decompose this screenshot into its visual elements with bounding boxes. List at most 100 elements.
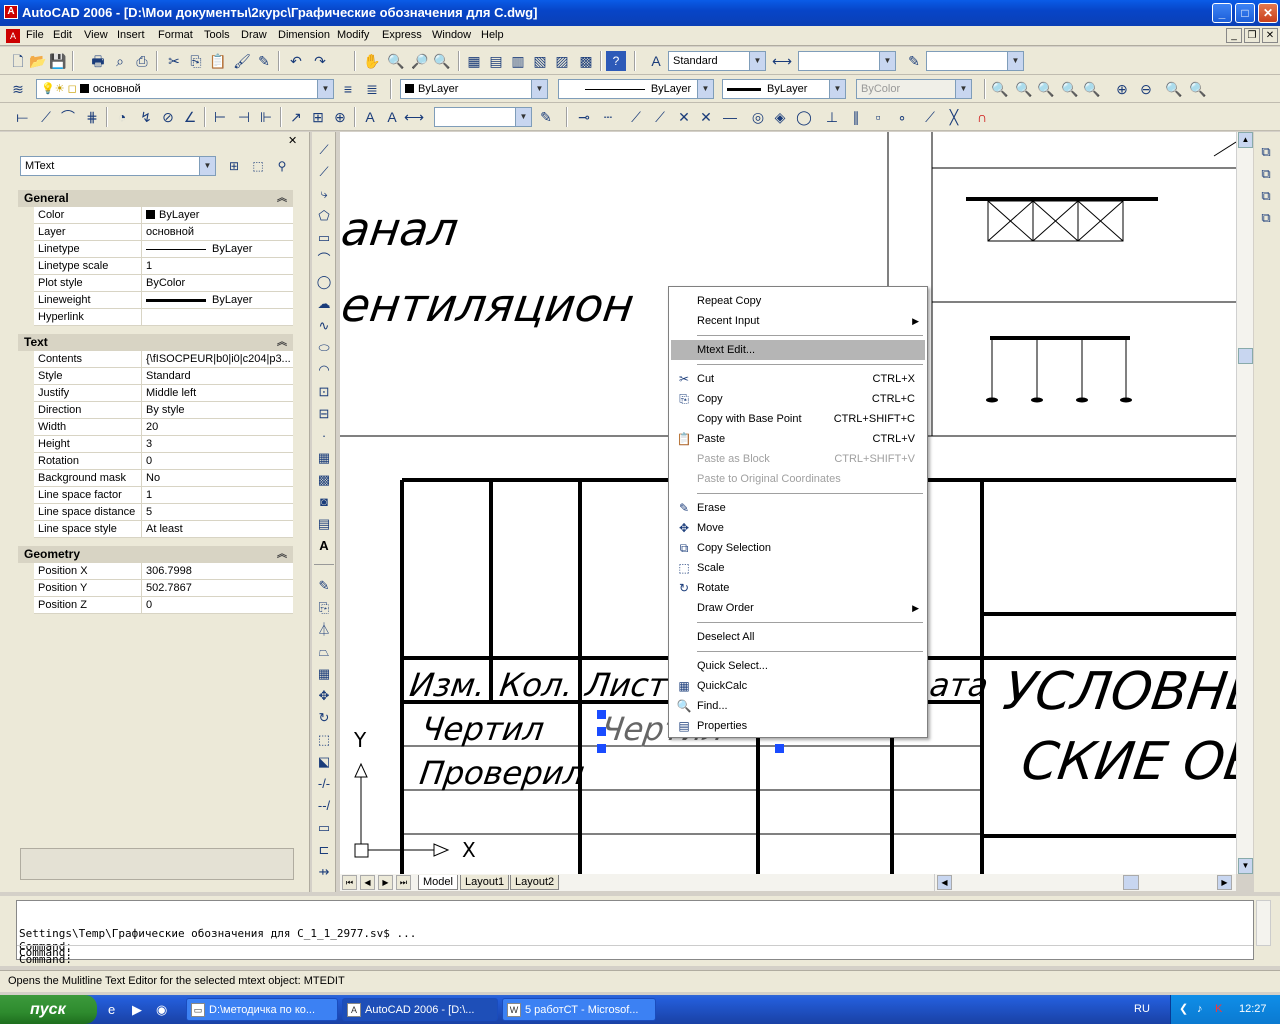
property-value[interactable]: основной	[144, 224, 292, 240]
grip-handle[interactable]	[597, 727, 606, 736]
property-value[interactable]: 3	[144, 436, 292, 452]
language-indicator[interactable]: RU	[1134, 1003, 1150, 1015]
selection-select[interactable]: MText ▼	[20, 156, 216, 176]
region-icon[interactable]: ◙	[314, 492, 334, 512]
doc-restore-icon[interactable]: ❐	[1244, 28, 1260, 43]
snap-center-icon[interactable]: ◎	[748, 107, 768, 127]
snap-intersection-icon[interactable]: ⟋	[650, 107, 670, 127]
zoom-realtime-icon[interactable]: 🔍	[386, 51, 406, 71]
property-row[interactable]: Position Z 0	[34, 597, 293, 614]
make-block-icon[interactable]: ⊟	[314, 404, 334, 424]
property-row[interactable]: Line space distance 5	[34, 504, 293, 521]
property-row[interactable]: Lineweight ByLayer	[34, 292, 293, 309]
property-value[interactable]: Middle left	[144, 385, 292, 401]
title-text-line1[interactable]: УСЛОВНЫ	[1000, 662, 1236, 722]
property-row[interactable]: Contents {\fISOCPEUR|b0|i0|c204|p3...	[34, 351, 293, 368]
menu-item-find[interactable]: 🔍 Find...	[671, 696, 925, 716]
plot-style-select[interactable]: ▼	[926, 51, 1024, 71]
property-row[interactable]: Linetype ByLayer	[34, 241, 293, 258]
undo-icon[interactable]: ↶	[286, 51, 306, 71]
break-icon[interactable]: ▭	[314, 818, 334, 838]
dim-ordinate-icon[interactable]: ⋕	[82, 107, 102, 127]
make-current-icon[interactable]: ≡	[338, 79, 358, 99]
header-data[interactable]: ата	[927, 666, 990, 704]
dim-style-icon[interactable]: ⟷	[772, 51, 792, 71]
spline-icon[interactable]: ∿	[314, 316, 334, 336]
plot-preview-icon[interactable]: ⌕	[110, 51, 130, 71]
property-row[interactable]: Background mask No	[34, 470, 293, 487]
dim-linear-icon[interactable]: ⟝	[12, 107, 32, 127]
property-value[interactable]: 1	[144, 258, 292, 274]
designcenter-icon[interactable]: ▤	[486, 51, 506, 71]
start-button[interactable]: пуск	[0, 995, 97, 1024]
property-value[interactable]: By style	[144, 402, 292, 418]
property-row[interactable]: Color ByLayer	[34, 207, 293, 224]
zoom-extents-icon[interactable]: 🔍	[1188, 79, 1208, 99]
dim-style-select[interactable]: ▼	[798, 51, 896, 71]
send-under-icon[interactable]: ⧉	[1256, 208, 1276, 228]
menu-item-copy-selection[interactable]: ⧉ Copy Selection	[671, 538, 925, 558]
menu-help[interactable]: Help	[481, 29, 504, 41]
property-row[interactable]: Linetype scale 1	[34, 258, 293, 275]
revcloud-icon[interactable]: ☁	[314, 294, 334, 314]
menu-file[interactable]: File	[26, 29, 44, 41]
property-value[interactable]: 5	[144, 504, 292, 520]
menu-tools[interactable]: Tools	[204, 29, 230, 41]
antivirus-icon[interactable]: K	[1215, 995, 1222, 1024]
vertical-scrollbar[interactable]: ▲ ▼	[1236, 132, 1253, 874]
mtext-icon[interactable]: A	[314, 536, 334, 556]
zoom-center-icon[interactable]: 🔍	[1060, 79, 1080, 99]
media-player-icon[interactable]: ▶	[132, 1002, 142, 1018]
rectangle-icon[interactable]: ▭	[314, 228, 334, 248]
join-icon[interactable]: ⊏	[314, 840, 334, 860]
property-row[interactable]: Position X 306.7998	[34, 563, 293, 580]
menu-dimension[interactable]: Dimension	[278, 29, 330, 41]
property-value[interactable]: 1	[144, 487, 292, 503]
menu-edit[interactable]: Edit	[53, 29, 72, 41]
grip-handle[interactable]	[597, 710, 606, 719]
tray-expand-icon[interactable]: ❮	[1179, 995, 1188, 1024]
snap-settings-icon[interactable]: ∩	[972, 107, 992, 127]
polygon-icon[interactable]: ⬠	[314, 206, 334, 226]
property-row[interactable]: Direction By style	[34, 402, 293, 419]
property-value[interactable]: 306.7998	[144, 563, 292, 579]
plot-style-icon[interactable]: ✎	[904, 51, 924, 71]
dim-baseline-icon[interactable]: ⊣	[234, 107, 254, 127]
point-icon[interactable]: ·	[314, 426, 334, 446]
snap-extension2-icon[interactable]: —	[720, 107, 740, 127]
dim-aligned-icon[interactable]: ⟋	[36, 107, 56, 127]
menu-insert[interactable]: Insert	[117, 29, 145, 41]
scroll-right-icon[interactable]: ▶	[1217, 875, 1232, 890]
menu-item-paste[interactable]: 📋 Paste CTRL+V	[671, 429, 925, 449]
snap-tangent-icon[interactable]: ◯	[794, 107, 814, 127]
hscroll-thumb[interactable]	[1123, 875, 1139, 890]
menu-item-move[interactable]: ✥ Move	[671, 518, 925, 538]
tab-first-icon[interactable]: ⏮	[342, 875, 357, 890]
dim-radius-icon[interactable]: ◔	[112, 107, 132, 127]
menu-view[interactable]: View	[84, 29, 108, 41]
header-list[interactable]: Лист	[583, 666, 669, 704]
header-kol[interactable]: Кол.	[497, 666, 575, 704]
menu-item-rotate[interactable]: ↻ Rotate	[671, 578, 925, 598]
autocad-app-icon[interactable]: A	[4, 5, 18, 19]
zoom-out-icon[interactable]: ⊖	[1136, 79, 1156, 99]
polyline-icon[interactable]: ⤷	[314, 184, 334, 204]
scroll-left-icon[interactable]: ◀	[937, 875, 952, 890]
zoom-window-icon[interactable]: 🔎	[410, 51, 430, 71]
property-value[interactable]: 0	[144, 453, 292, 469]
layer-select[interactable]: 💡☀ ◻ основной ▼	[36, 79, 334, 99]
menu-item-draw-order[interactable]: Draw Order ▶	[671, 598, 925, 618]
arc-icon[interactable]: ⌒	[314, 250, 334, 270]
quickcalc-icon[interactable]: ▩	[576, 51, 596, 71]
markup-icon[interactable]: ▨	[552, 51, 572, 71]
sheetset-icon[interactable]: ▧	[530, 51, 550, 71]
snap-nearest-icon[interactable]: ⟋	[920, 107, 940, 127]
publish-icon[interactable]: ⎙	[132, 51, 152, 71]
drawing-text-anal[interactable]: анал	[340, 202, 462, 256]
scroll-down-icon[interactable]: ▼	[1238, 858, 1253, 874]
dimedit-icon[interactable]: A	[360, 107, 380, 127]
menu-item-recent-input[interactable]: Recent Input ▶	[671, 311, 925, 331]
snap-node-icon[interactable]: ∘	[892, 107, 912, 127]
property-value[interactable]: No	[144, 470, 292, 486]
dimstyle-icon[interactable]: ✎	[536, 107, 556, 127]
